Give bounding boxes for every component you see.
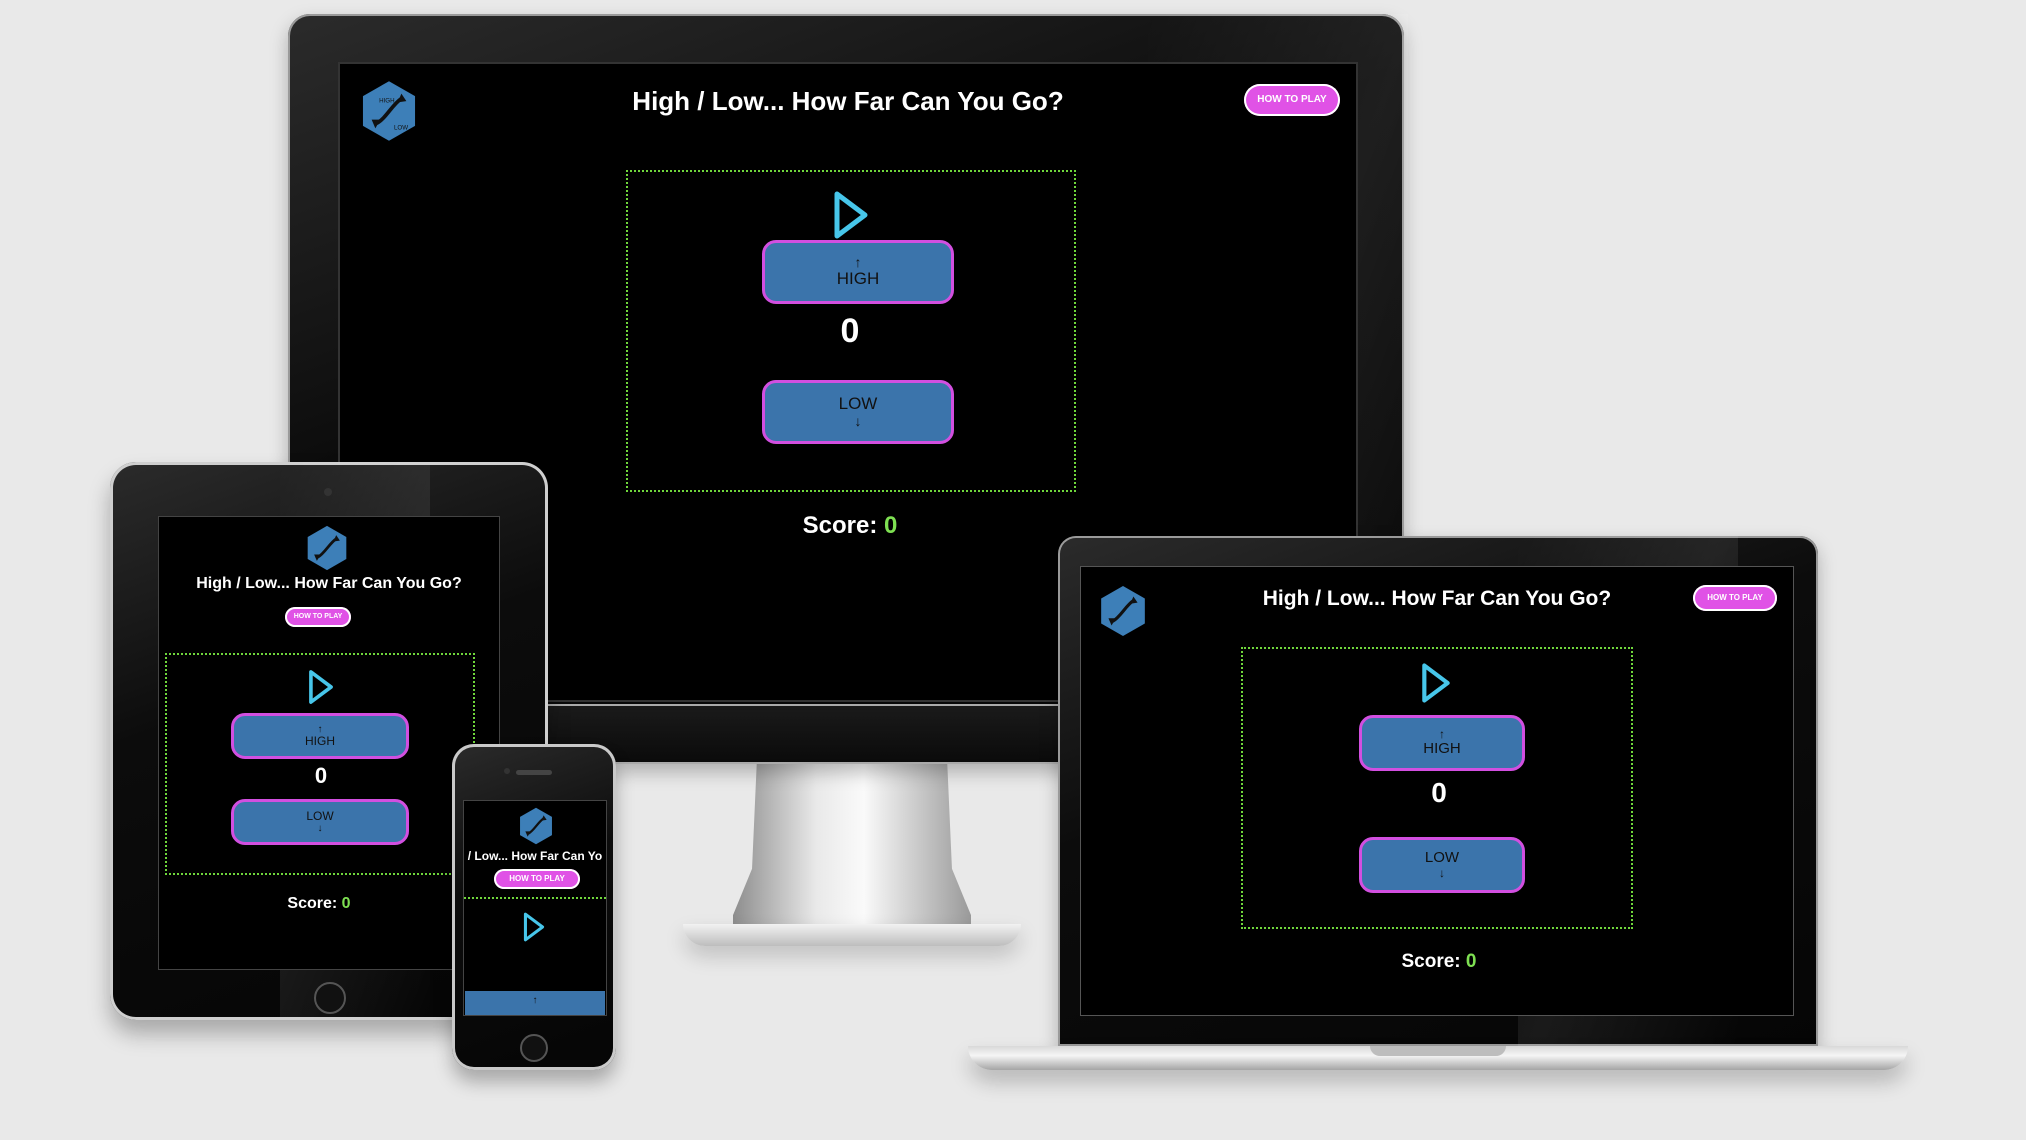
phone-camera	[504, 768, 510, 774]
how-to-play-button[interactable]: HOW TO PLAY	[1244, 84, 1340, 116]
low-button[interactable]: LOW ↓	[231, 799, 409, 845]
how-to-play-button[interactable]: HOW TO PLAY	[494, 869, 580, 889]
logo[interactable]	[304, 525, 350, 571]
laptop-device: High / Low... How Far Can You Go? HOW TO…	[968, 536, 1908, 1076]
logo[interactable]	[517, 807, 555, 845]
low-label: LOW	[306, 808, 334, 823]
up-arrow-icon: ↑	[532, 995, 538, 1006]
high-label: HIGH	[305, 733, 335, 748]
svg-text:HIGH: HIGH	[379, 97, 394, 104]
play-icon[interactable]	[833, 190, 869, 240]
tablet-camera	[324, 488, 332, 496]
play-icon[interactable]	[523, 911, 545, 943]
up-arrow-icon: ↑	[854, 253, 862, 270]
score: Score: 0	[287, 895, 351, 912]
high-button[interactable]: ↑	[465, 991, 605, 1015]
page-title: / Low... How Far Can Yo	[467, 849, 603, 863]
counter-value: 0	[840, 312, 860, 350]
how-to-play-button[interactable]: HOW TO PLAY	[285, 607, 351, 627]
laptop-notch	[1370, 1046, 1506, 1056]
high-button[interactable]: ↑ HIGH	[231, 713, 409, 759]
monitor-stand	[733, 762, 971, 940]
tablet-home-button[interactable]	[314, 982, 346, 1014]
svg-text:LOW: LOW	[394, 125, 408, 132]
high-button[interactable]: ↑ HIGH	[762, 240, 954, 304]
game-area-top-border	[464, 897, 606, 899]
play-icon[interactable]	[1421, 661, 1451, 705]
high-button[interactable]: ↑ HIGH	[1359, 715, 1525, 771]
down-arrow-icon: ↓	[1439, 865, 1445, 880]
low-label: LOW	[1424, 849, 1460, 867]
page-title: High / Low... How Far Can You Go?	[1262, 587, 1612, 610]
logo[interactable]	[1097, 585, 1149, 637]
laptop-screen: High / Low... How Far Can You Go? HOW TO…	[1080, 566, 1794, 1016]
down-arrow-icon: ↓	[854, 412, 862, 429]
counter-value: 0	[1431, 777, 1447, 808]
low-label: LOW	[838, 393, 878, 413]
tablet-screen: High / Low... How Far Can You Go? HOW TO…	[158, 516, 500, 970]
phone-speaker	[516, 770, 552, 775]
high-label: HIGH	[1423, 740, 1461, 758]
phone-device: / Low... How Far Can Yo HOW TO PLAY ↑	[452, 744, 616, 1070]
logo[interactable]: HIGH LOW	[358, 80, 420, 142]
phone-screen: / Low... How Far Can Yo HOW TO PLAY ↑	[463, 800, 607, 1016]
counter-value: 0	[314, 763, 328, 788]
score: Score: 0	[802, 512, 898, 539]
low-button[interactable]: LOW ↓	[1359, 837, 1525, 893]
low-button[interactable]: LOW ↓	[762, 380, 954, 444]
phone-home-button[interactable]	[520, 1034, 548, 1062]
page-title: High / Low... How Far Can You Go?	[196, 575, 462, 592]
page-title: High / Low... How Far Can You Go?	[632, 86, 1064, 116]
how-to-play-button[interactable]: HOW TO PLAY	[1693, 585, 1777, 611]
high-label: HIGH	[836, 269, 880, 289]
score: Score: 0	[1401, 951, 1477, 972]
play-icon[interactable]	[308, 669, 334, 705]
down-arrow-icon: ↓	[317, 823, 323, 835]
